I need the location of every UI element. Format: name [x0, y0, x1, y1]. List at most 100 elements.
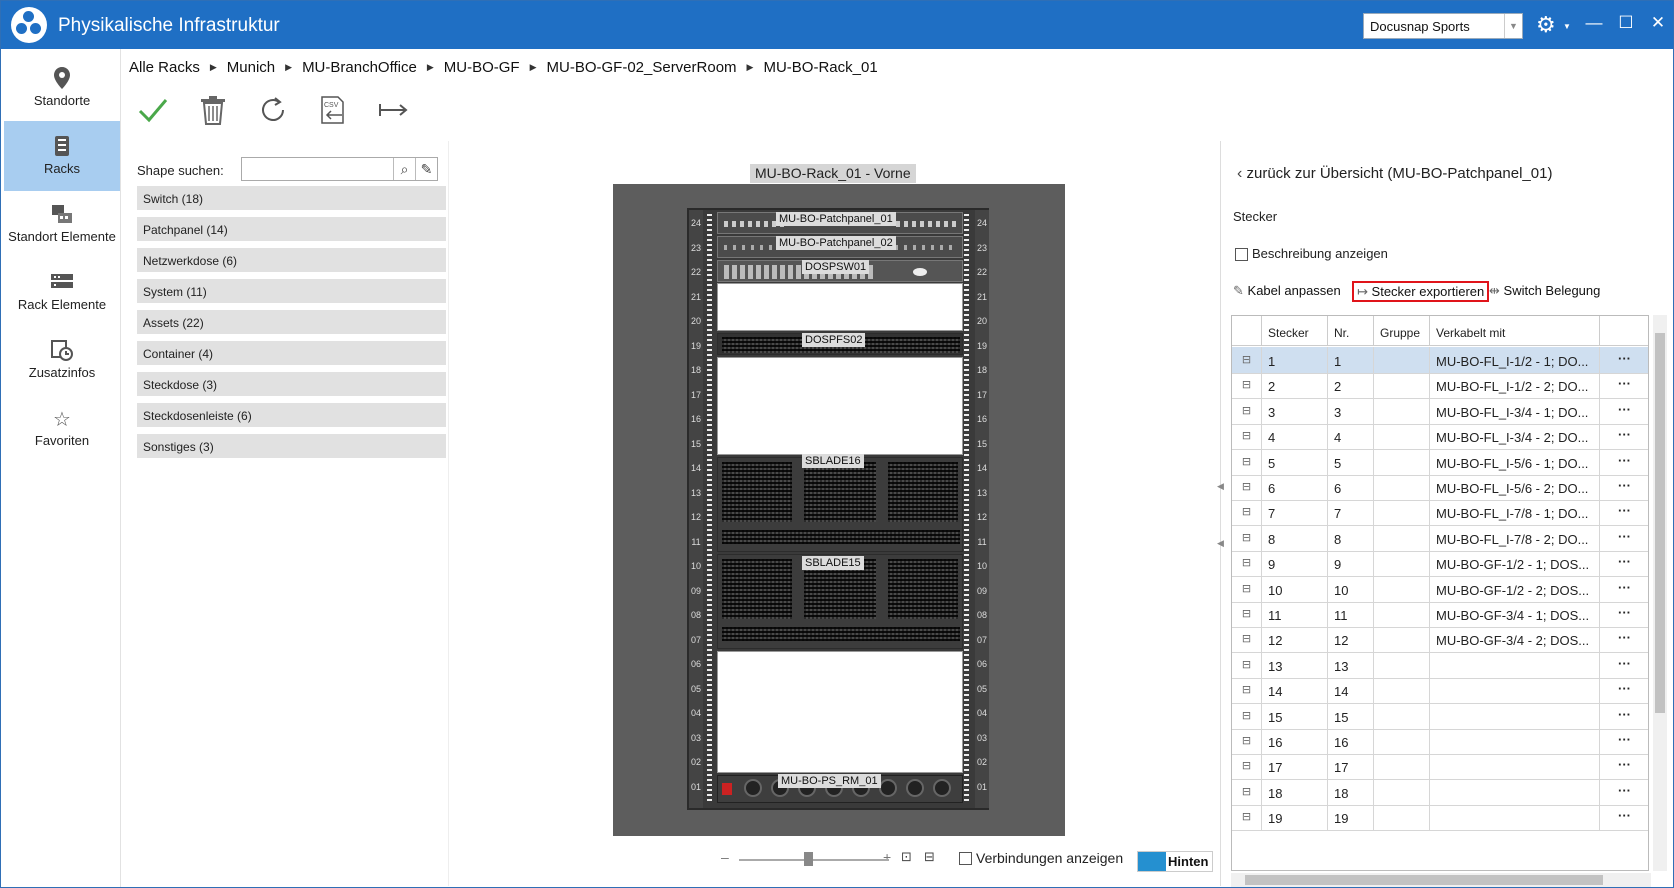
table-header[interactable]: Verkabelt mit — [1430, 316, 1600, 346]
table-row[interactable]: ⊟ 9 9 MU-BO-GF-1/2 - 1; DOS... ··· — [1232, 550, 1648, 578]
nav-item-standorte[interactable]: Standorte — [4, 53, 120, 123]
shape-category[interactable]: Assets (22) — [137, 310, 446, 334]
row-menu-button[interactable]: ··· — [1600, 423, 1648, 449]
shape-category[interactable]: System (11) — [137, 279, 446, 303]
gear-icon[interactable]: ⚙ — [1536, 12, 1556, 38]
table-row[interactable]: ⊟ 5 5 MU-BO-FL_I-5/6 - 1; DO... ··· — [1232, 448, 1648, 476]
row-menu-button[interactable]: ··· — [1600, 677, 1648, 703]
breadcrumb-item[interactable]: MU-BranchOffice — [302, 59, 417, 76]
export-button[interactable] — [375, 95, 411, 129]
shape-search-input[interactable]: ⌕ ✎ — [241, 157, 438, 181]
rack-device-sblade15[interactable]: SBLADE15 — [717, 554, 963, 649]
view-side-toggle[interactable]: Hinten — [1137, 851, 1213, 872]
row-menu-button[interactable]: ··· — [1600, 703, 1648, 729]
table-row[interactable]: ⊟ 1 1 MU-BO-FL_I-1/2 - 1; DO... ··· — [1232, 347, 1648, 374]
row-menu-button[interactable]: ··· — [1600, 474, 1648, 500]
export-plugs-button[interactable]: ↦ Stecker exportieren — [1352, 281, 1490, 302]
pencil-icon[interactable]: ✎ — [415, 158, 437, 180]
breadcrumb-item[interactable]: MU-BO-GF — [444, 59, 520, 76]
nav-item-zusatzinfos[interactable]: Zusatzinfos — [4, 325, 120, 395]
switch-assignment-button[interactable]: ⇹ Switch Belegung — [1489, 283, 1600, 299]
shape-category[interactable]: Netzwerkdose (6) — [137, 248, 446, 272]
collapse-left-icon[interactable]: ◀ — [1217, 481, 1224, 492]
refresh-button[interactable] — [255, 95, 291, 129]
zoom-slider[interactable] — [739, 859, 889, 861]
row-menu-button[interactable]: ··· — [1600, 626, 1648, 652]
row-menu-button[interactable]: ··· — [1600, 601, 1648, 627]
table-row[interactable]: ⊟ 3 3 MU-BO-FL_I-3/4 - 1; DO... ··· — [1232, 397, 1648, 425]
nav-item-racks[interactable]: Racks — [4, 121, 120, 191]
shape-category[interactable]: Sonstiges (3) — [137, 434, 446, 458]
table-row[interactable]: ⊟ 10 10 MU-BO-GF-1/2 - 2; DOS... ··· — [1232, 575, 1648, 603]
breadcrumb-item[interactable]: MU-BO-GF-02_ServerRoom — [547, 59, 737, 76]
zoom-reset-icon[interactable]: ⊟ — [924, 849, 935, 865]
delete-button[interactable] — [195, 95, 231, 129]
shape-category[interactable]: Steckdosenleiste (6) — [137, 403, 446, 427]
row-menu-button[interactable]: ··· — [1600, 372, 1648, 398]
panel-splitter[interactable] — [1220, 141, 1224, 886]
table-header[interactable]: Nr. — [1328, 316, 1374, 346]
zoom-in-icon[interactable]: + — [883, 849, 891, 865]
breadcrumb-item[interactable]: Munich — [227, 59, 275, 76]
vertical-scrollbar[interactable] — [1653, 315, 1667, 871]
row-menu-button[interactable]: ··· — [1600, 347, 1648, 373]
row-menu-button[interactable]: ··· — [1600, 499, 1648, 525]
table-row[interactable]: ⊟ 6 6 MU-BO-FL_I-5/6 - 2; DO... ··· — [1232, 474, 1648, 501]
shape-category[interactable]: Steckdose (3) — [137, 372, 446, 396]
rack-device-patchpanel-02[interactable]: MU-BO-Patchpanel_02 — [717, 236, 963, 258]
row-menu-button[interactable]: ··· — [1600, 449, 1648, 475]
adjust-cable-button[interactable]: ✎ Kabel anpassen — [1233, 283, 1341, 299]
table-row[interactable]: ⊟ 2 2 MU-BO-FL_I-1/2 - 2; DO... ··· — [1232, 372, 1648, 400]
rack-device-dospfs02[interactable]: DOSPFS02 — [717, 333, 963, 355]
rack-device-patchpanel-01[interactable]: MU-BO-Patchpanel_01 — [717, 212, 963, 234]
row-menu-button[interactable]: ··· — [1600, 728, 1648, 754]
row-menu-button[interactable]: ··· — [1600, 753, 1648, 779]
collapse-right-icon[interactable]: ◀ — [1217, 538, 1224, 549]
scrollbar-thumb[interactable] — [1245, 875, 1603, 885]
csv-import-button[interactable]: CSV — [315, 95, 351, 129]
table-header[interactable]: Gruppe — [1374, 316, 1430, 346]
row-menu-button[interactable]: ··· — [1600, 398, 1648, 424]
show-connections-checkbox[interactable] — [959, 852, 972, 865]
table-row[interactable]: ⊟ 12 12 MU-BO-GF-3/4 - 2; DOS... ··· — [1232, 626, 1648, 654]
row-menu-button[interactable]: ··· — [1600, 525, 1648, 551]
maximize-icon[interactable]: ☐ — [1615, 13, 1637, 33]
table-row[interactable]: ⊟ 15 15 ··· — [1232, 702, 1648, 730]
table-row[interactable]: ⊟ 8 8 MU-BO-FL_I-7/8 - 2; DO... ··· — [1232, 524, 1648, 552]
table-row[interactable]: ⊟ 16 16 ··· — [1232, 728, 1648, 755]
table-row[interactable]: ⊟ 19 19 ··· — [1232, 804, 1648, 832]
nav-item-rack-elemente[interactable]: Rack Elemente — [4, 257, 120, 327]
nav-item-favoriten[interactable]: ☆ Favoriten — [4, 393, 120, 463]
zoom-fit-icon[interactable]: ⊡ — [901, 849, 912, 865]
scrollbar-thumb[interactable] — [1655, 333, 1665, 713]
save-button[interactable] — [135, 95, 171, 129]
nav-item-standort-elemente[interactable]: Standort Elemente — [4, 189, 120, 259]
chevron-down-icon[interactable]: ▼ — [1504, 14, 1522, 38]
table-row[interactable]: ⊟ 14 14 ··· — [1232, 677, 1648, 705]
row-menu-button[interactable]: ··· — [1600, 804, 1648, 830]
table-row[interactable]: ⊟ 18 18 ··· — [1232, 778, 1648, 806]
table-row[interactable]: ⊟ 11 11 MU-BO-GF-3/4 - 1; DOS... ··· — [1232, 601, 1648, 628]
row-menu-button[interactable]: ··· — [1600, 576, 1648, 602]
row-menu-button[interactable]: ··· — [1600, 550, 1648, 576]
table-header[interactable]: Stecker — [1262, 316, 1328, 346]
rack-device-sblade16[interactable]: SBLADE16 — [717, 454, 963, 552]
horizontal-scrollbar[interactable] — [1231, 873, 1651, 887]
breadcrumb-item[interactable]: Alle Racks — [129, 59, 200, 76]
breadcrumb-item-current[interactable]: MU-BO-Rack_01 — [763, 59, 877, 76]
row-menu-button[interactable]: ··· — [1600, 779, 1648, 805]
zoom-out-icon[interactable]: – — [721, 849, 729, 865]
minimize-icon[interactable]: — — [1583, 13, 1605, 33]
zoom-slider-thumb[interactable] — [804, 852, 813, 866]
settings-dropdown-icon[interactable]: ▼ — [1563, 22, 1571, 31]
table-row[interactable]: ⊟ 13 13 ··· — [1232, 651, 1648, 679]
shape-category[interactable]: Container (4) — [137, 341, 446, 365]
table-row[interactable]: ⊟ 4 4 MU-BO-FL_I-3/4 - 2; DO... ··· — [1232, 423, 1648, 451]
close-icon[interactable]: ✕ — [1647, 13, 1669, 33]
back-to-overview-link[interactable]: ‹ zurück zur Übersicht (MU-BO-Patchpanel… — [1237, 165, 1552, 183]
table-row[interactable]: ⊟ 17 17 ··· — [1232, 753, 1648, 781]
rack-device-power-strip[interactable]: MU-BO-PS_RM_01 — [717, 774, 963, 803]
search-icon[interactable]: ⌕ — [393, 158, 415, 180]
shape-category[interactable]: Patchpanel (14) — [137, 217, 446, 241]
shape-category[interactable]: Switch (18) — [137, 186, 446, 210]
